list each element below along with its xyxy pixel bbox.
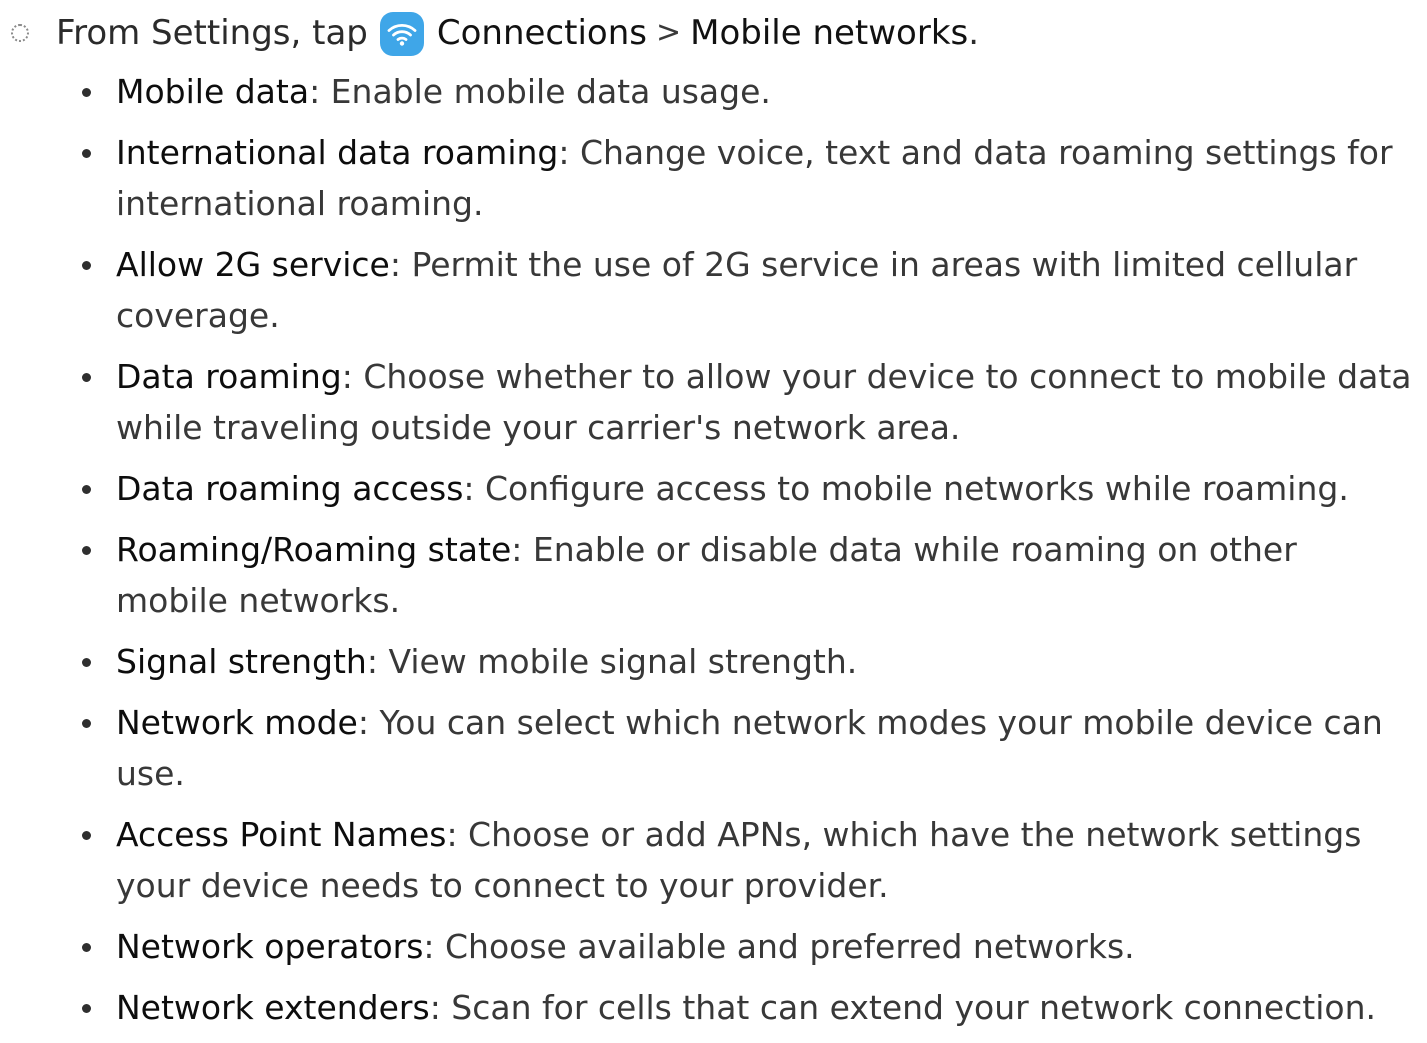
bullet-icon	[82, 831, 91, 840]
instruction-step: From Settings, tap Connections > Mobile …	[0, 8, 1427, 58]
option-description: : Choose available and preferred network…	[423, 927, 1135, 966]
option-term: Network mode	[116, 703, 358, 742]
option-international-data-roaming: International data roaming: Change voice…	[0, 127, 1427, 229]
bullet-icon	[82, 546, 91, 555]
option-term: Signal strength	[116, 642, 367, 681]
option-network-operators: Network operators: Choose available and …	[0, 921, 1427, 972]
option-term: Access Point Names	[116, 815, 447, 854]
step-prefix: From Settings, tap	[56, 13, 368, 53]
bullet-icon	[82, 1004, 91, 1013]
option-allow-2g-service: Allow 2G service: Permit the use of 2G s…	[0, 239, 1427, 341]
bullet-icon	[82, 485, 91, 494]
mobile-network-options-list: Mobile data: Enable mobile data usage. I…	[0, 66, 1427, 1043]
option-term: Data roaming access	[116, 469, 464, 508]
wifi-icon	[379, 12, 424, 56]
bullet-icon	[82, 943, 91, 952]
option-access-point-names: Access Point Names: Choose or add APNs, …	[0, 809, 1427, 911]
option-description: : View mobile signal strength.	[366, 642, 858, 681]
option-description: : Scan for cells that can extend your ne…	[429, 988, 1376, 1027]
bullet-icon	[82, 658, 91, 667]
option-network-extenders: Network extenders: Scan for cells that c…	[0, 982, 1427, 1033]
option-term: Mobile data	[116, 72, 310, 111]
bullet-icon	[82, 149, 91, 158]
option-roaming-state: Roaming/Roaming state: Enable or disable…	[0, 524, 1427, 626]
option-term: Data roaming	[116, 357, 342, 396]
option-signal-strength: Signal strength: View mobile signal stre…	[0, 636, 1427, 687]
bullet-icon	[82, 88, 91, 97]
bullet-icon	[82, 719, 91, 728]
option-term: Network operators	[116, 927, 424, 966]
option-term: Allow 2G service	[116, 245, 390, 284]
chevron-right-icon: >	[655, 15, 682, 50]
option-description: : Enable mobile data usage.	[309, 72, 771, 111]
option-term: Network extenders	[116, 988, 430, 1027]
option-description: : Configure access to mobile networks wh…	[463, 469, 1349, 508]
step-marker-icon	[11, 24, 29, 42]
step-suffix: .	[968, 13, 980, 53]
bullet-icon	[82, 261, 91, 270]
connections-label: Connections	[436, 13, 647, 53]
option-term: International data roaming	[116, 133, 559, 172]
option-mobile-data: Mobile data: Enable mobile data usage.	[0, 66, 1427, 117]
mobile-networks-label: Mobile networks	[690, 13, 969, 53]
option-term: Roaming/Roaming state	[116, 530, 512, 569]
bullet-icon	[82, 373, 91, 382]
option-network-mode: Network mode: You can select which netwo…	[0, 697, 1427, 799]
option-data-roaming: Data roaming: Choose whether to allow yo…	[0, 351, 1427, 453]
option-data-roaming-access: Data roaming access: Configure access to…	[0, 463, 1427, 514]
